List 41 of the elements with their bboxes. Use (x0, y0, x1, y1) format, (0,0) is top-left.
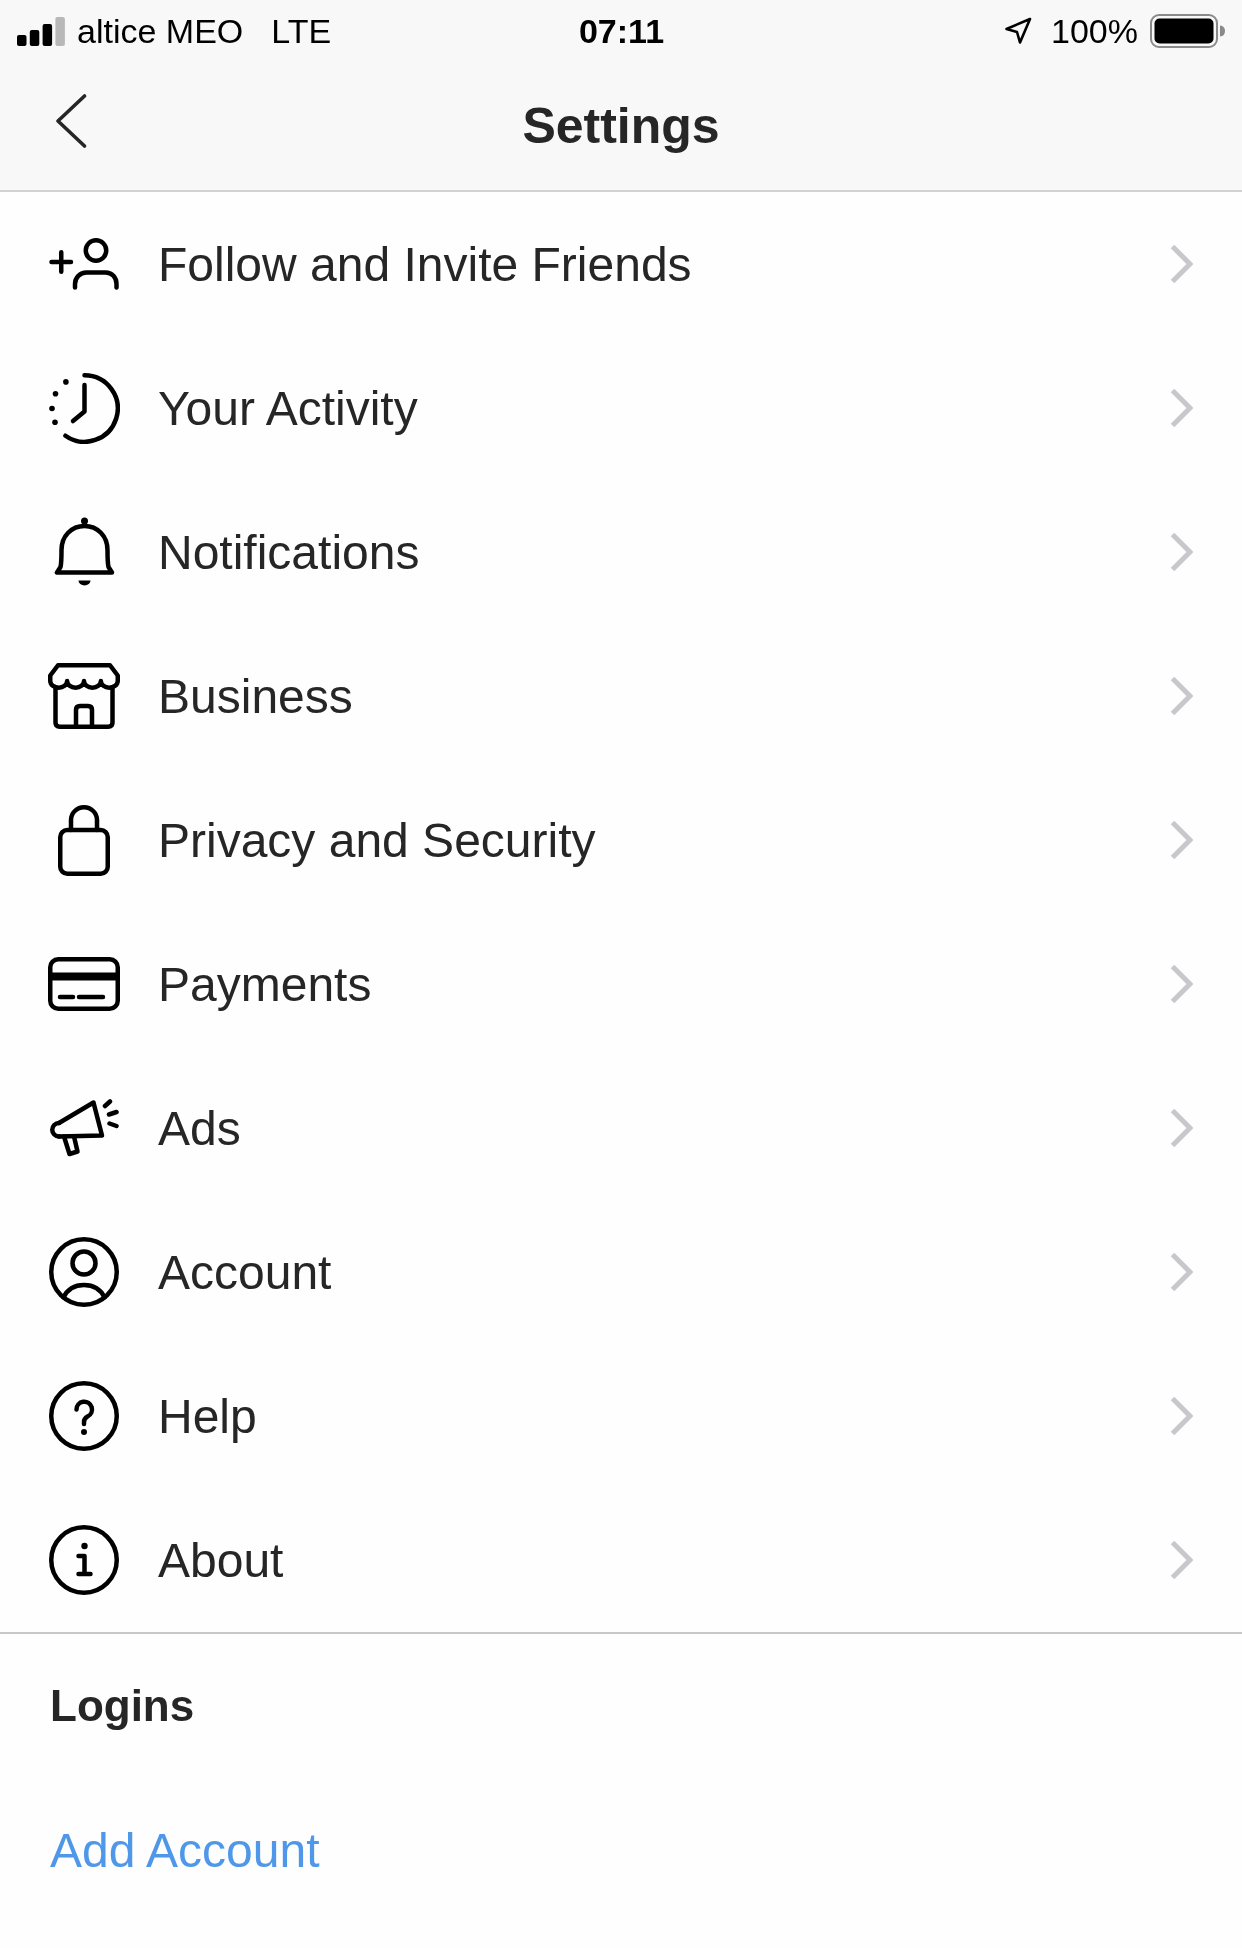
chevron-left-icon (55, 94, 87, 148)
info-icon (49, 1525, 119, 1595)
user-circle-icon (49, 1237, 119, 1307)
megaphone-icon (49, 1099, 119, 1157)
chevron-right-icon (1170, 244, 1193, 284)
network-type: LTE (271, 11, 332, 51)
menu-item[interactable]: Help (0, 1344, 1242, 1488)
chevron-right-icon (1170, 1396, 1193, 1436)
menu-item[interactable]: Ads (0, 1056, 1242, 1200)
menu-item[interactable]: Business (0, 624, 1242, 768)
menu-item[interactable]: About (0, 1488, 1242, 1632)
chevron-right-icon (1170, 964, 1193, 1004)
menu-item[interactable]: Account (0, 1200, 1242, 1344)
location-arrow-icon (1004, 17, 1033, 45)
menu-item[interactable]: Follow and Invite Friends (0, 192, 1242, 336)
add-person-icon (49, 238, 119, 290)
chevron-right-icon (1170, 1540, 1193, 1580)
storefront-icon (48, 663, 120, 729)
chevron-right-icon (1170, 676, 1193, 716)
carrier-name: altice MEO (77, 11, 244, 51)
battery-icon (1150, 14, 1226, 48)
menu-item[interactable]: Notifications (0, 480, 1242, 624)
menu-item[interactable]: Privacy and Security (0, 768, 1242, 912)
help-icon (49, 1381, 119, 1451)
credit-card-icon (48, 957, 120, 1011)
signal-icon (17, 16, 65, 46)
section-heading: Logins (50, 1681, 195, 1731)
lock-icon (58, 804, 110, 876)
menu-item[interactable]: Payments (0, 912, 1242, 1056)
chevron-right-icon (1170, 1108, 1193, 1148)
clock-time: 07:11 (578, 11, 665, 51)
menu-item[interactable]: Your Activity (0, 336, 1242, 480)
page-title: Settings (522, 97, 720, 155)
back-button[interactable] (55, 94, 87, 148)
chevron-right-icon (1170, 532, 1193, 572)
chevron-right-icon (1170, 1252, 1193, 1292)
clock-icon (48, 372, 120, 444)
chevron-right-icon (1170, 820, 1193, 860)
bell-icon (53, 517, 115, 587)
battery-percent: 100% (1051, 11, 1138, 51)
chevron-right-icon (1170, 388, 1193, 428)
